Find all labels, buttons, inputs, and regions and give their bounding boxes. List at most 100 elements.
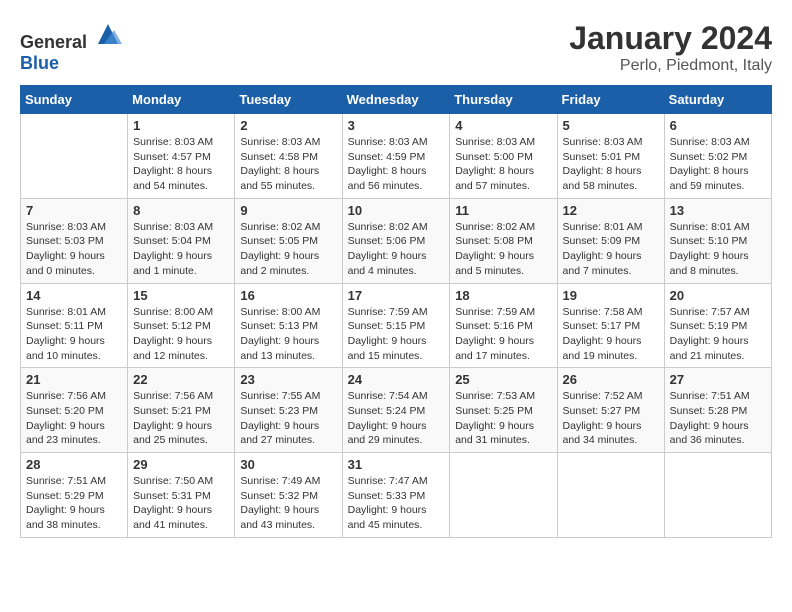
calendar-week-1: 1 Sunrise: 8:03 AMSunset: 4:57 PMDaylight… — [21, 114, 772, 199]
day-number: 20 — [670, 288, 766, 303]
day-number: 3 — [348, 118, 445, 133]
calendar-header-wednesday: Wednesday — [342, 86, 450, 114]
calendar-header-thursday: Thursday — [450, 86, 557, 114]
calendar-header-friday: Friday — [557, 86, 664, 114]
header: General Blue January 2024 Perlo, Piedmon… — [20, 20, 772, 75]
calendar-cell: 26Sunrise: 7:52 AMSunset: 5:27 PMDayligh… — [557, 368, 664, 453]
calendar-cell: 6Sunrise: 8:03 AMSunset: 5:02 PMDaylight… — [664, 114, 771, 199]
day-info: Sunrise: 8:02 AMSunset: 5:05 PMDaylight:… — [240, 220, 336, 279]
calendar-cell: 25 Sunrise: 7:53 AMSunset: 5:25 PMDayligh… — [450, 368, 557, 453]
day-number: 23 — [240, 372, 336, 387]
day-number: 14 — [26, 288, 122, 303]
day-number: 30 — [240, 457, 336, 472]
calendar-cell: 23 Sunrise: 7:55 AMSunset: 5:23 PMDayligh… — [235, 368, 342, 453]
calendar-cell: 29 Sunrise: 7:50 AMSunset: 5:31 PMDayligh… — [128, 453, 235, 538]
calendar-cell: 20 Sunrise: 7:57 AMSunset: 5:19 PMDayligh… — [664, 283, 771, 368]
calendar-cell: 11Sunrise: 8:02 AMSunset: 5:08 PMDayligh… — [450, 198, 557, 283]
day-number: 11 — [455, 203, 551, 218]
calendar-cell: 16 Sunrise: 8:00 AMSunset: 5:13 PMDayligh… — [235, 283, 342, 368]
day-number: 27 — [670, 372, 766, 387]
day-number: 13 — [670, 203, 766, 218]
calendar-week-3: 14Sunrise: 8:01 AMSunset: 5:11 PMDayligh… — [21, 283, 772, 368]
calendar-cell: 28 Sunrise: 7:51 AMSunset: 5:29 PMDayligh… — [21, 453, 128, 538]
day-number: 7 — [26, 203, 122, 218]
day-info: Sunrise: 7:51 AMSunset: 5:28 PMDaylight:… — [670, 389, 766, 448]
day-info: Sunrise: 7:58 AMSunset: 5:17 PMDaylight:… — [563, 305, 659, 364]
day-info: Sunrise: 8:03 AMSunset: 5:04 PMDaylight:… — [133, 220, 229, 279]
calendar-cell — [664, 453, 771, 538]
day-number: 18 — [455, 288, 551, 303]
month-title: January 2024 — [569, 20, 772, 57]
calendar-header-saturday: Saturday — [664, 86, 771, 114]
location-title: Perlo, Piedmont, Italy — [569, 57, 772, 75]
calendar-week-2: 7 Sunrise: 8:03 AMSunset: 5:03 PMDaylight… — [21, 198, 772, 283]
day-info: Sunrise: 8:03 AMSunset: 5:00 PMDaylight:… — [455, 135, 551, 194]
calendar-cell: 15 Sunrise: 8:00 AMSunset: 5:12 PMDayligh… — [128, 283, 235, 368]
day-number: 25 — [455, 372, 551, 387]
calendar-cell: 14Sunrise: 8:01 AMSunset: 5:11 PMDayligh… — [21, 283, 128, 368]
logo-general: General — [20, 32, 87, 52]
calendar-cell: 22 Sunrise: 7:56 AMSunset: 5:21 PMDayligh… — [128, 368, 235, 453]
calendar-week-5: 28 Sunrise: 7:51 AMSunset: 5:29 PMDayligh… — [21, 453, 772, 538]
day-info: Sunrise: 7:53 AMSunset: 5:25 PMDaylight:… — [455, 389, 551, 448]
calendar-cell — [557, 453, 664, 538]
day-number: 16 — [240, 288, 336, 303]
calendar-cell: 7 Sunrise: 8:03 AMSunset: 5:03 PMDaylight… — [21, 198, 128, 283]
calendar-cell: 2Sunrise: 8:03 AMSunset: 4:58 PMDaylight… — [235, 114, 342, 199]
day-number: 15 — [133, 288, 229, 303]
day-info: Sunrise: 7:51 AMSunset: 5:29 PMDaylight:… — [26, 474, 122, 533]
day-info: Sunrise: 8:03 AMSunset: 4:57 PMDaylight:… — [133, 135, 229, 194]
day-number: 26 — [563, 372, 659, 387]
day-number: 6 — [670, 118, 766, 133]
day-number: 24 — [348, 372, 445, 387]
day-number: 8 — [133, 203, 229, 218]
calendar-table: SundayMondayTuesdayWednesdayThursdayFrid… — [20, 85, 772, 538]
calendar-cell: 17 Sunrise: 7:59 AMSunset: 5:15 PMDayligh… — [342, 283, 450, 368]
day-number: 28 — [26, 457, 122, 472]
day-info: Sunrise: 8:03 AMSunset: 5:03 PMDaylight:… — [26, 220, 122, 279]
day-number: 1 — [133, 118, 229, 133]
day-info: Sunrise: 7:55 AMSunset: 5:23 PMDaylight:… — [240, 389, 336, 448]
day-number: 12 — [563, 203, 659, 218]
day-info: Sunrise: 8:03 AMSunset: 5:01 PMDaylight:… — [563, 135, 659, 194]
calendar-cell: 19 Sunrise: 7:58 AMSunset: 5:17 PMDayligh… — [557, 283, 664, 368]
day-number: 5 — [563, 118, 659, 133]
day-info: Sunrise: 7:56 AMSunset: 5:21 PMDaylight:… — [133, 389, 229, 448]
day-number: 29 — [133, 457, 229, 472]
calendar-cell: 4 Sunrise: 8:03 AMSunset: 5:00 PMDaylight… — [450, 114, 557, 199]
calendar-cell: 27 Sunrise: 7:51 AMSunset: 5:28 PMDayligh… — [664, 368, 771, 453]
day-info: Sunrise: 7:56 AMSunset: 5:20 PMDaylight:… — [26, 389, 122, 448]
calendar-body: 1 Sunrise: 8:03 AMSunset: 4:57 PMDaylight… — [21, 114, 772, 538]
day-info: Sunrise: 8:03 AMSunset: 4:59 PMDaylight:… — [348, 135, 445, 194]
day-number: 19 — [563, 288, 659, 303]
day-number: 4 — [455, 118, 551, 133]
calendar-cell: 30 Sunrise: 7:49 AMSunset: 5:32 PMDayligh… — [235, 453, 342, 538]
day-number: 21 — [26, 372, 122, 387]
day-info: Sunrise: 7:59 AMSunset: 5:15 PMDaylight:… — [348, 305, 445, 364]
logo-text: General Blue — [20, 20, 122, 74]
day-number: 17 — [348, 288, 445, 303]
calendar-cell: 24Sunrise: 7:54 AMSunset: 5:24 PMDayligh… — [342, 368, 450, 453]
calendar-cell: 1 Sunrise: 8:03 AMSunset: 4:57 PMDaylight… — [128, 114, 235, 199]
calendar-header-monday: Monday — [128, 86, 235, 114]
logo-icon — [94, 20, 122, 48]
day-info: Sunrise: 8:00 AMSunset: 5:12 PMDaylight:… — [133, 305, 229, 364]
calendar-cell: 9Sunrise: 8:02 AMSunset: 5:05 PMDaylight… — [235, 198, 342, 283]
calendar-cell: 13Sunrise: 8:01 AMSunset: 5:10 PMDayligh… — [664, 198, 771, 283]
calendar-week-4: 21 Sunrise: 7:56 AMSunset: 5:20 PMDayligh… — [21, 368, 772, 453]
day-number: 10 — [348, 203, 445, 218]
calendar-cell: 12 Sunrise: 8:01 AMSunset: 5:09 PMDayligh… — [557, 198, 664, 283]
day-info: Sunrise: 8:01 AMSunset: 5:09 PMDaylight:… — [563, 220, 659, 279]
calendar-header-sunday: Sunday — [21, 86, 128, 114]
day-info: Sunrise: 8:00 AMSunset: 5:13 PMDaylight:… — [240, 305, 336, 364]
day-info: Sunrise: 7:47 AMSunset: 5:33 PMDaylight:… — [348, 474, 445, 533]
day-info: Sunrise: 7:57 AMSunset: 5:19 PMDaylight:… — [670, 305, 766, 364]
day-info: Sunrise: 7:50 AMSunset: 5:31 PMDaylight:… — [133, 474, 229, 533]
calendar-cell: 21 Sunrise: 7:56 AMSunset: 5:20 PMDayligh… — [21, 368, 128, 453]
day-number: 22 — [133, 372, 229, 387]
day-info: Sunrise: 7:49 AMSunset: 5:32 PMDaylight:… — [240, 474, 336, 533]
calendar-cell: 8 Sunrise: 8:03 AMSunset: 5:04 PMDaylight… — [128, 198, 235, 283]
calendar-cell: 10Sunrise: 8:02 AMSunset: 5:06 PMDayligh… — [342, 198, 450, 283]
day-info: Sunrise: 8:03 AMSunset: 4:58 PMDaylight:… — [240, 135, 336, 194]
calendar-cell: 18Sunrise: 7:59 AMSunset: 5:16 PMDayligh… — [450, 283, 557, 368]
